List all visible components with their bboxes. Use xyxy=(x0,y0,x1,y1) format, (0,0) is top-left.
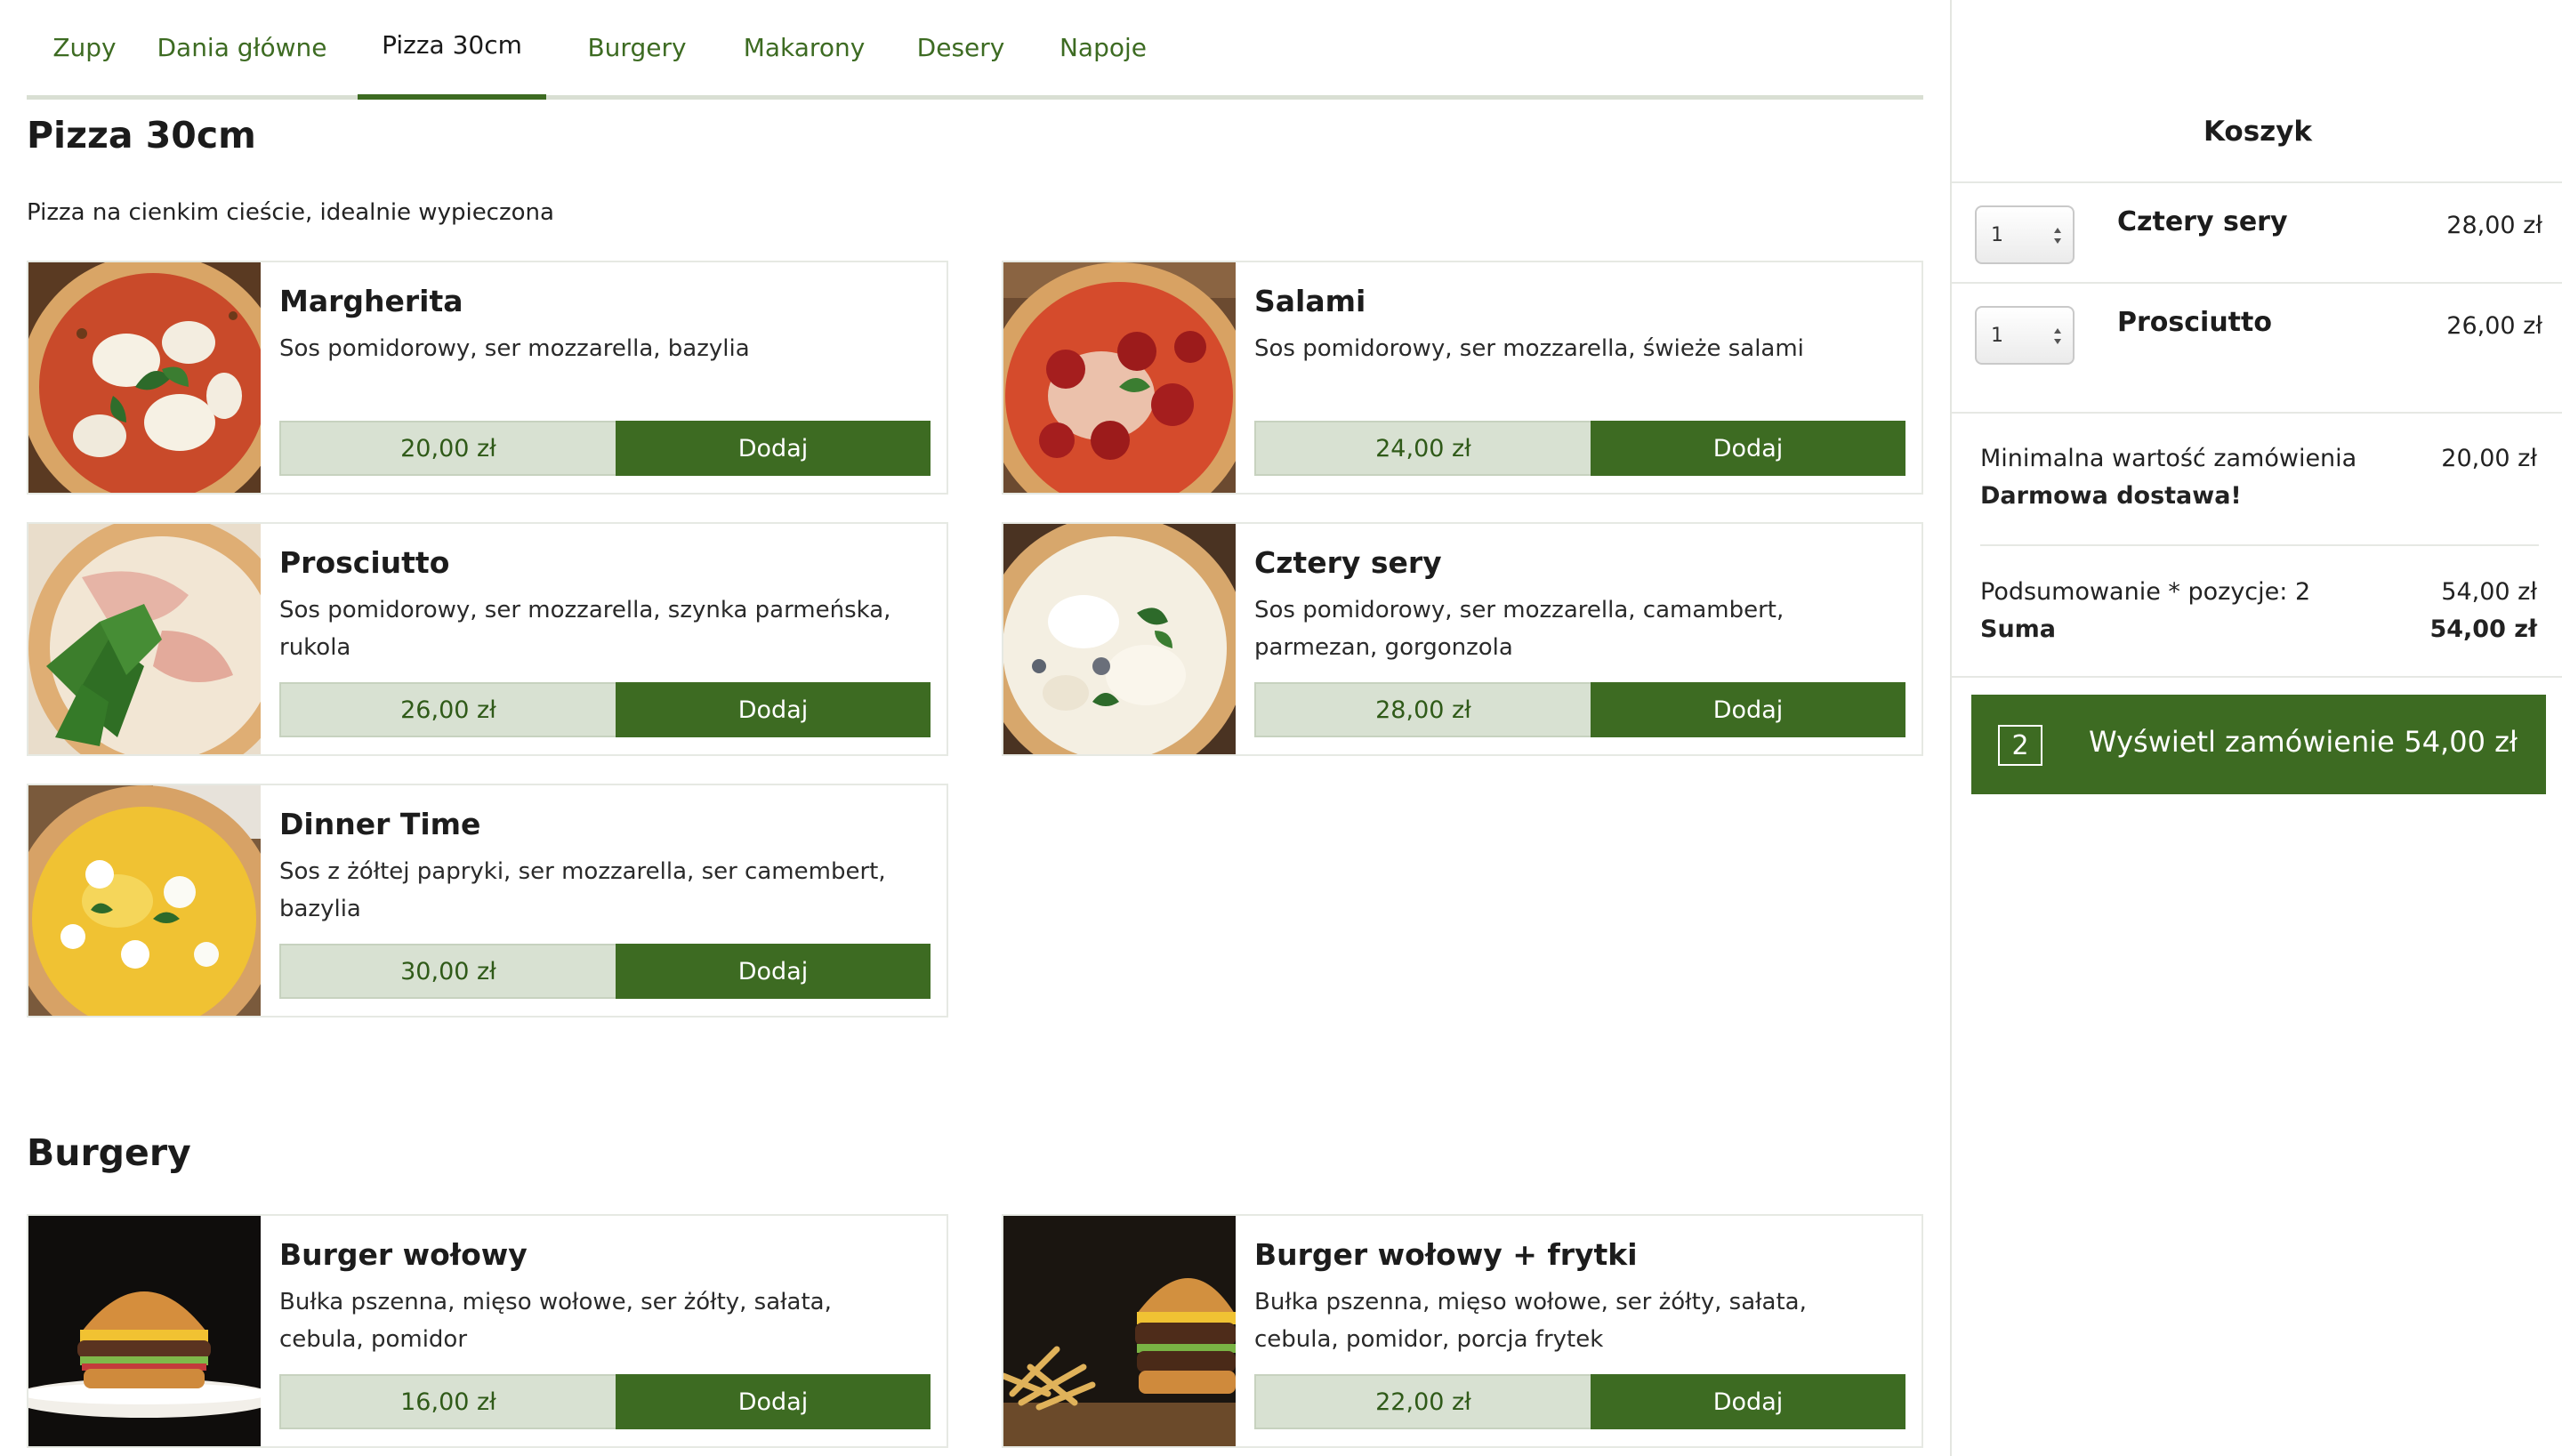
salami-photo xyxy=(1003,262,1236,493)
view-order-label: Wyświetl zamówienie xyxy=(2089,725,2395,759)
tab-desery[interactable]: Desery xyxy=(891,0,1030,100)
margherita-photo xyxy=(28,262,261,493)
menu-item-card: Dinner Time Sos z żółtej papryki, ser mo… xyxy=(27,784,948,1018)
burger-fries-photo xyxy=(1003,1216,1236,1446)
prosciutto-photo xyxy=(28,524,261,754)
menu-item-price: 24,00 zł xyxy=(1254,421,1592,476)
cart-item-name: Cztery sery xyxy=(2117,206,2288,237)
menu-item-price: 16,00 zł xyxy=(279,1374,617,1429)
add-to-cart-button[interactable]: Dodaj xyxy=(1591,682,1905,737)
menu-item-price: 20,00 zł xyxy=(279,421,617,476)
menu-item-card: Prosciutto Sos pomidorowy, ser mozzarell… xyxy=(27,522,948,756)
order-total: 54,00 zł xyxy=(2404,725,2518,759)
menu-item-card: Cztery sery Sos pomidorowy, ser mozzarel… xyxy=(1002,522,1923,756)
min-order-value: 20,00 zł xyxy=(2441,445,2537,472)
section-description-pizza: Pizza na cienkim cieście, idealnie wypie… xyxy=(27,199,554,226)
divider xyxy=(1980,544,2539,546)
add-to-cart-button[interactable]: Dodaj xyxy=(616,944,931,999)
tab-pizza-30cm[interactable]: Pizza 30cm xyxy=(358,0,546,100)
quantity-select[interactable]: 1 xyxy=(1975,306,2075,365)
add-to-cart-button[interactable]: Dodaj xyxy=(616,421,931,476)
section-title-pizza: Pizza 30cm xyxy=(27,114,256,157)
cart-item-price: 28,00 zł xyxy=(2446,212,2542,239)
burger-photo xyxy=(28,1216,261,1446)
cztery-sery-photo xyxy=(1003,524,1236,754)
menu-item-name: Burger wołowy xyxy=(279,1237,528,1272)
summary-label: Podsumowanie * pozycje: 2 xyxy=(1980,578,2311,606)
cart-item-price: 26,00 zł xyxy=(2446,312,2542,340)
menu-item-name: Dinner Time xyxy=(279,807,481,841)
add-to-cart-button[interactable]: Dodaj xyxy=(616,1374,931,1429)
menu-item-name: Cztery sery xyxy=(1254,545,1442,580)
menu-item-name: Salami xyxy=(1254,284,1366,318)
cart-item: 1 Cztery sery 28,00 zł xyxy=(1952,183,2562,281)
menu-item-description: Sos pomidorowy, ser mozzarella, szynka p… xyxy=(279,597,891,661)
menu-item-description: Sos pomidorowy, ser mozzarella, bazylia xyxy=(279,335,750,362)
menu-item-card: Salami Sos pomidorowy, ser mozzarella, ś… xyxy=(1002,261,1923,495)
menu-item-description: Sos pomidorowy, ser mozzarella, camamber… xyxy=(1254,597,1785,661)
spinner-arrows-icon xyxy=(2054,228,2061,244)
menu-item-card: Margherita Sos pomidorowy, ser mozzarell… xyxy=(27,261,948,495)
menu-item-description: Bułka pszenna, mięso wołowe, ser żółty, … xyxy=(1254,1289,1807,1353)
spinner-arrows-icon xyxy=(2054,328,2061,344)
min-order-label: Minimalna wartość zamówienia xyxy=(1980,445,2357,472)
cart-item-name: Prosciutto xyxy=(2117,307,2272,338)
total-label: Suma xyxy=(1980,615,2057,643)
free-delivery-note: Darmowa dostawa! xyxy=(1980,482,2242,510)
cart-item: 1 Prosciutto 26,00 zł xyxy=(1952,284,2562,382)
divider xyxy=(1952,412,2562,414)
menu-item-name: Prosciutto xyxy=(279,545,450,580)
tab-makarony[interactable]: Makarony xyxy=(724,0,884,100)
summary-value: 54,00 zł xyxy=(2441,578,2537,606)
menu-item-price: 28,00 zł xyxy=(1254,682,1592,737)
add-to-cart-button[interactable]: Dodaj xyxy=(1591,1374,1905,1429)
category-tabs: Zupy Dania główne Pizza 30cm Burgery Mak… xyxy=(27,0,1923,100)
menu-item-description: Sos z żółtej papryki, ser mozzarella, se… xyxy=(279,858,886,922)
menu-item-card: Burger wołowy Bułka pszenna, mięso wołow… xyxy=(27,1214,948,1448)
add-to-cart-button[interactable]: Dodaj xyxy=(1591,421,1905,476)
divider xyxy=(1952,676,2562,678)
view-order-button[interactable]: 2 Wyświetl zamówienie 54,00 zł xyxy=(1971,695,2546,794)
quantity-select[interactable]: 1 xyxy=(1975,205,2075,264)
menu-item-card: Burger wołowy + frytki Bułka pszenna, mi… xyxy=(1002,1214,1923,1448)
menu-item-description: Bułka pszenna, mięso wołowe, ser żółty, … xyxy=(279,1289,832,1353)
total-value: 54,00 zł xyxy=(2429,615,2537,643)
tab-dania-glowne[interactable]: Dania główne xyxy=(149,0,334,100)
order-count-badge: 2 xyxy=(1998,725,2042,766)
menu-item-name: Burger wołowy + frytki xyxy=(1254,1237,1638,1272)
cart-title: Koszyk xyxy=(2203,116,2313,148)
tab-napoje[interactable]: Napoje xyxy=(1034,0,1172,100)
cart-sidebar: Koszyk 1 Cztery sery 28,00 zł 1 Prosciut… xyxy=(1950,0,2562,1456)
menu-item-description: Sos pomidorowy, ser mozzarella, świeże s… xyxy=(1254,335,1804,362)
section-title-burgers: Burgery xyxy=(27,1131,191,1174)
menu-item-name: Margherita xyxy=(279,284,463,318)
menu-item-price: 30,00 zł xyxy=(279,944,617,999)
tab-burgery[interactable]: Burgery xyxy=(568,0,706,100)
tab-zupy[interactable]: Zupy xyxy=(27,0,142,100)
dinner-time-photo xyxy=(28,785,261,1016)
menu-item-price: 26,00 zł xyxy=(279,682,617,737)
add-to-cart-button[interactable]: Dodaj xyxy=(616,682,931,737)
menu-item-price: 22,00 zł xyxy=(1254,1374,1592,1429)
menu-main: Zupy Dania główne Pizza 30cm Burgery Mak… xyxy=(0,0,1950,1456)
